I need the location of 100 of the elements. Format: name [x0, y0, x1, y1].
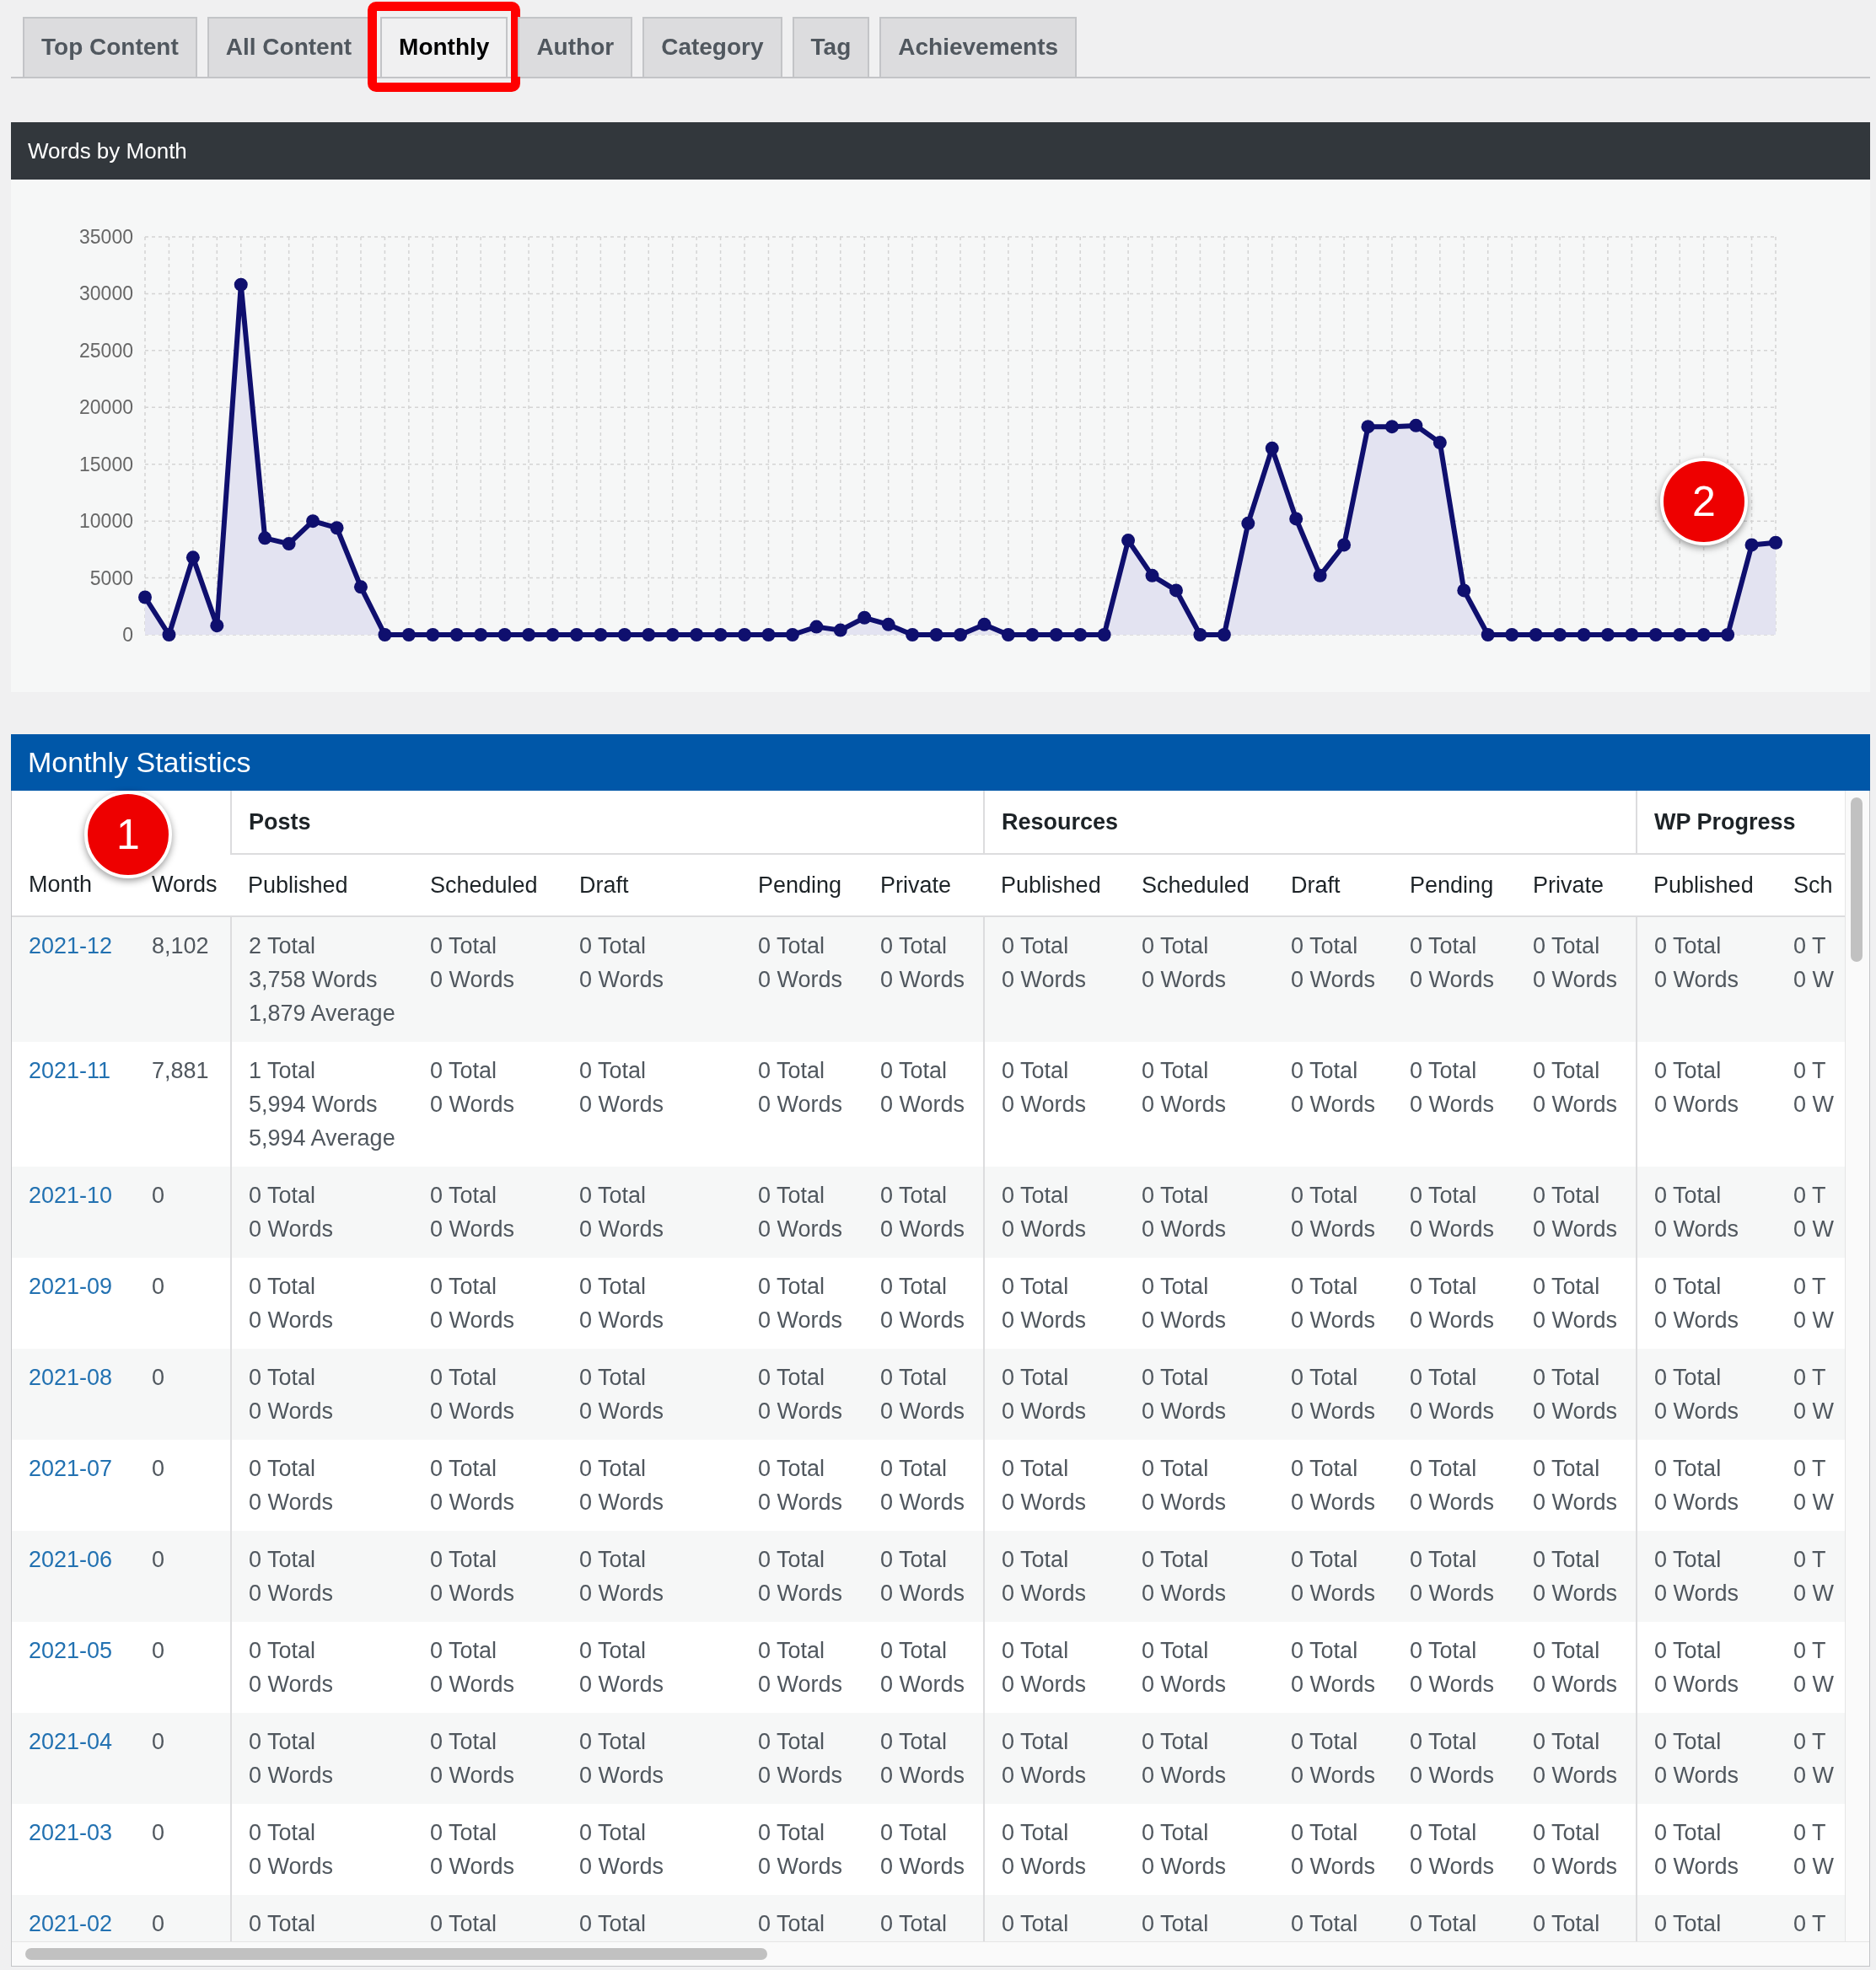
month-link[interactable]: 2021-12: [29, 933, 113, 958]
tab[interactable]: Author: [518, 17, 633, 77]
data-point: [282, 537, 296, 551]
table-cell: 0 Total: [1533, 1365, 1600, 1390]
table-cell: 0 Words: [1002, 1854, 1087, 1879]
scrollbar-thumb[interactable]: [25, 1948, 767, 1960]
table-cell: 0 Words: [430, 1854, 515, 1879]
table-cell: 0 Words: [1002, 1092, 1087, 1117]
table-cell: 0 Total: [430, 1183, 497, 1208]
table-cell: 0 Words: [1533, 1854, 1618, 1879]
table-cell: 0 Words: [579, 1490, 664, 1515]
table-cell: 0 Words: [249, 1398, 334, 1424]
table-cell: 0 Words: [880, 1490, 965, 1515]
table-cell: 0 T: [1793, 1456, 1826, 1481]
tab[interactable]: Top Content: [23, 17, 197, 77]
tab[interactable]: Tag: [792, 17, 870, 77]
data-point: [906, 628, 920, 641]
table-cell: 0 Total: [1142, 1911, 1209, 1936]
month-link[interactable]: 2021-07: [29, 1456, 113, 1481]
table-cell: 0 Total: [1410, 1365, 1477, 1390]
axis-label: 30000: [79, 282, 133, 305]
table-cell: 0 W: [1793, 1854, 1835, 1879]
table-cell: 0 W: [1793, 1398, 1835, 1424]
month-link[interactable]: 2021-04: [29, 1729, 113, 1754]
data-point: [1384, 420, 1399, 434]
table-cell: 0: [152, 1729, 165, 1754]
scrollbar-thumb[interactable]: [1851, 797, 1863, 962]
column-header: Sch: [1793, 872, 1833, 898]
month-link[interactable]: 2021-03: [29, 1820, 113, 1845]
data-point: [185, 550, 200, 565]
table-cell: 0 Total: [1410, 1638, 1477, 1663]
axis-label: 5000: [89, 566, 133, 589]
table-cell: 0 Total: [1533, 1274, 1600, 1299]
month-link[interactable]: 2021-11: [29, 1058, 111, 1083]
table-cell: 0 T: [1793, 1183, 1826, 1208]
table-cell: 0 Total: [1410, 1183, 1477, 1208]
table-cell: 0 Words: [1654, 1854, 1739, 1879]
table-cell: 0 Total: [579, 1547, 647, 1572]
column-header: Private: [1533, 872, 1605, 898]
table-cell: 0 Words: [249, 1763, 334, 1788]
table-cell: 0 Total: [1142, 1638, 1209, 1663]
table-cell: 0 Total: [430, 1058, 497, 1083]
column-header: Scheduled: [430, 872, 538, 898]
table-cell: 0 Words: [1002, 1490, 1087, 1515]
table-cell: 0 Total: [1410, 1274, 1477, 1299]
table-cell: 0 W: [1793, 1307, 1835, 1333]
table-cell: 0 Words: [1002, 1398, 1087, 1424]
data-point: [1313, 568, 1327, 582]
table-cell: 0 Total: [1654, 1058, 1722, 1083]
table-cell: 0 Words: [758, 1398, 843, 1424]
table-cell: 0 Total: [430, 1456, 497, 1481]
month-link[interactable]: 2021-06: [29, 1547, 113, 1572]
month-link[interactable]: 2021-09: [29, 1274, 113, 1299]
table-cell: 0 Total: [249, 1274, 316, 1299]
data-point: [1217, 628, 1231, 641]
table-cell: 0 Total: [1410, 1729, 1477, 1754]
table-cell: 0 Total: [249, 1183, 316, 1208]
data-point: [809, 620, 824, 634]
month-link[interactable]: 2021-05: [29, 1638, 113, 1663]
table-cell: 0 Words: [880, 1581, 965, 1606]
tab[interactable]: Achievements: [879, 17, 1078, 77]
table-cell: 0 Words: [880, 967, 965, 992]
table-cell: 0 Total: [880, 1058, 948, 1083]
table-cell: 0 Words: [1291, 1854, 1376, 1879]
table-cell: 0 Total: [758, 1365, 825, 1390]
month-link[interactable]: 2021-08: [29, 1365, 113, 1390]
table-cell: 0 Total: [1142, 1274, 1209, 1299]
table-cell: 0 Total: [758, 1820, 825, 1845]
table-cell: 0 T: [1793, 933, 1826, 958]
table-cell: 0 Total: [1142, 1058, 1209, 1083]
table-cell: 0 Words: [880, 1763, 965, 1788]
table-cell: 0 Total: [1533, 1456, 1600, 1481]
table-cell: 0 Words: [430, 967, 515, 992]
column-group-header: WP Progress: [1654, 808, 1796, 835]
column-header: Published: [1653, 872, 1754, 898]
table-cell: 0 Total: [1002, 1274, 1069, 1299]
data-point: [1025, 628, 1040, 641]
tab[interactable]: Monthly: [380, 17, 508, 77]
table-cell: 0 Total: [1533, 1820, 1600, 1845]
table-cell: 0 Total: [1654, 933, 1722, 958]
table-cell: 0 Total: [1142, 1729, 1209, 1754]
data-point: [1529, 628, 1543, 641]
table-cell: 5,994 Words: [249, 1092, 378, 1117]
data-point: [738, 628, 752, 641]
data-point: [234, 277, 248, 292]
column-header: Published: [1001, 872, 1101, 898]
table-cell: 0: [152, 1820, 165, 1845]
table-cell: 1 Total: [249, 1058, 316, 1083]
table-cell: 0: [152, 1365, 165, 1390]
tab[interactable]: Category: [642, 17, 782, 77]
table-cell: 0 Words: [249, 1216, 334, 1242]
table-cell: 0 Words: [880, 1216, 965, 1242]
table-cell: 0 Words: [430, 1216, 515, 1242]
table-cell: 0 Total: [1654, 1365, 1722, 1390]
table-cell: 0 T: [1793, 1274, 1826, 1299]
table-cell: 0 Total: [249, 1911, 316, 1936]
table-cell: 0 Words: [249, 1307, 334, 1333]
table-cell: 0 Total: [880, 1820, 948, 1845]
month-link[interactable]: 2021-10: [29, 1183, 113, 1208]
table-cell: 0 Total: [579, 1456, 647, 1481]
